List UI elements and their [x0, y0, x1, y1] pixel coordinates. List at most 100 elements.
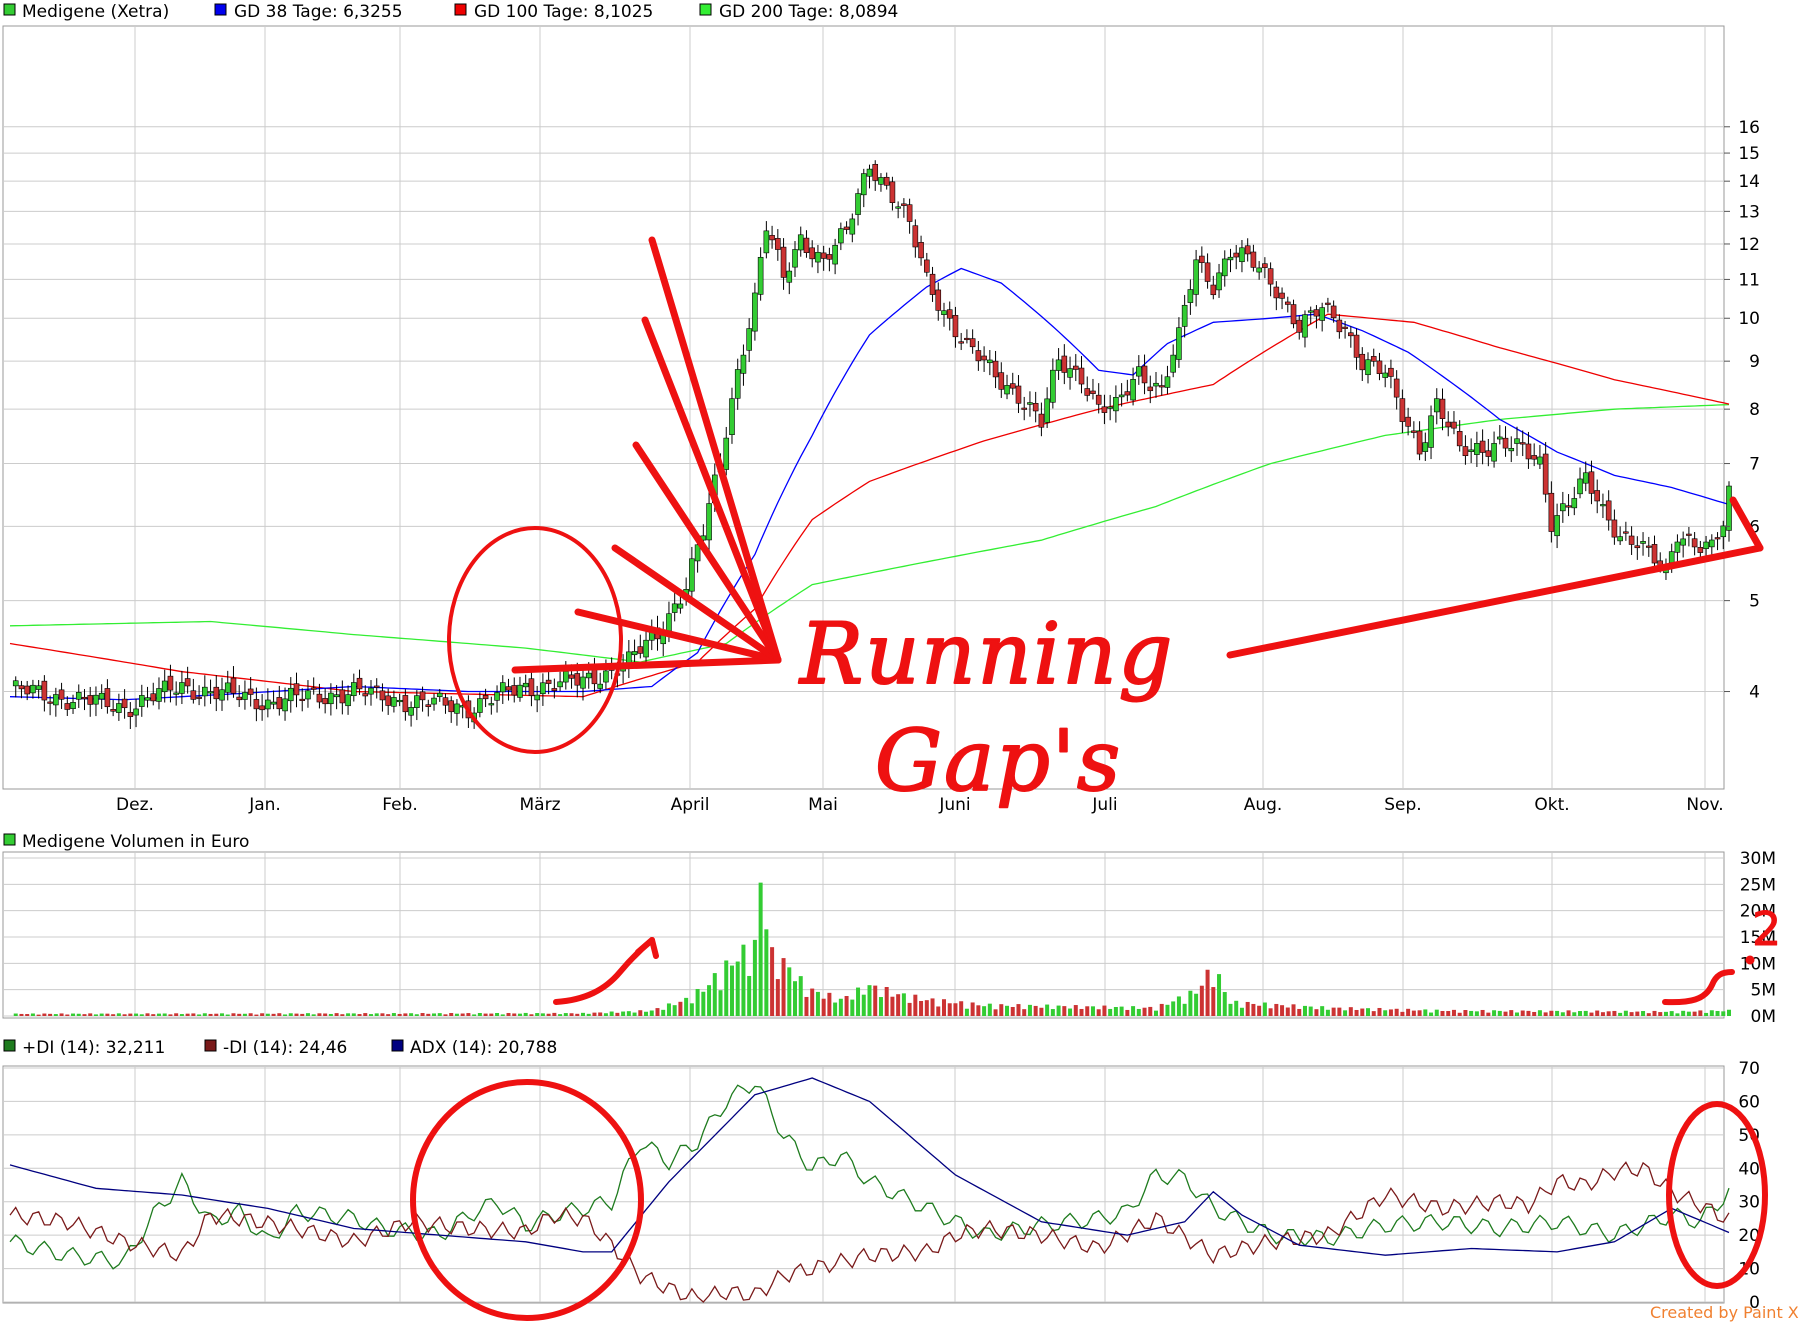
- volume-bar: [1096, 1009, 1101, 1016]
- candle-body: [757, 256, 764, 295]
- volume-bar: [403, 1013, 408, 1016]
- volume-legend: Medigene Volumen in Euro: [3, 832, 249, 852]
- volume-bar: [454, 1013, 459, 1016]
- candle-body: [797, 234, 804, 251]
- y-tick-price: 9: [1749, 352, 1760, 372]
- candle-body: [333, 694, 340, 698]
- candle-body: [494, 692, 500, 701]
- candle-body: [133, 708, 139, 716]
- volume-bar: [1314, 1009, 1319, 1016]
- volume-bar: [305, 1013, 310, 1016]
- volume-bar: [277, 1013, 282, 1016]
- volume-bar: [340, 1014, 345, 1016]
- candle-body: [1319, 307, 1325, 321]
- candle-body: [946, 309, 953, 319]
- candle-body: [482, 695, 489, 700]
- volume-bar: [598, 1012, 603, 1016]
- volume-bar: [191, 1013, 196, 1016]
- volume-bar: [506, 1013, 511, 1016]
- candle-body: [316, 693, 323, 703]
- candle-body: [1405, 416, 1411, 427]
- annotation-dot: [1745, 955, 1755, 965]
- candle-body: [265, 699, 271, 710]
- candle-body: [1497, 436, 1503, 440]
- candle-body: [408, 707, 414, 716]
- volume-bar: [489, 1013, 494, 1016]
- volume-bar: [838, 998, 843, 1016]
- legend-swatch-adx: [391, 1039, 404, 1052]
- volume-bar: [368, 1014, 373, 1016]
- volume-bar: [1675, 1013, 1680, 1016]
- volume-bar: [1371, 1011, 1376, 1016]
- volume-bar: [1377, 1007, 1382, 1016]
- candle-body: [1519, 442, 1526, 445]
- legend-swatch-gd200: [699, 3, 712, 16]
- volume-bar: [168, 1014, 173, 1016]
- volume-bar: [517, 1013, 522, 1016]
- volume-bar: [1497, 1010, 1502, 1016]
- candle-body: [339, 689, 346, 704]
- candle-body: [1290, 304, 1297, 325]
- y-tick-volume: 30M: [1740, 849, 1776, 869]
- volume-bar: [878, 997, 883, 1016]
- candle-body: [1284, 301, 1291, 305]
- candle-body: [1273, 286, 1280, 299]
- volume-bar: [1205, 969, 1210, 1016]
- candle-body: [574, 673, 581, 686]
- candle-body: [47, 701, 53, 704]
- volume-bar: [1406, 1008, 1411, 1016]
- candle-body: [259, 705, 265, 711]
- volume-bar: [214, 1013, 219, 1016]
- volume-bar: [586, 1013, 591, 1016]
- candle-body: [1537, 456, 1543, 465]
- candle-body: [1680, 538, 1686, 546]
- volume-bar: [437, 1013, 442, 1016]
- stock-chart: Medigene (Xetra) GD 38 Tage: 6,3255 GD 1…: [0, 0, 1800, 1325]
- volume-bar: [621, 1011, 626, 1016]
- volume-bar: [1005, 1005, 1010, 1016]
- candle-body: [1411, 430, 1417, 433]
- candle-body: [1353, 334, 1360, 358]
- candle-body: [1439, 398, 1446, 419]
- candle-body: [923, 259, 930, 273]
- volume-bar: [1486, 1012, 1491, 1016]
- candle-body: [12, 680, 19, 687]
- candle-body: [511, 685, 518, 696]
- volume-bar: [546, 1013, 551, 1016]
- candle-body: [1399, 398, 1406, 422]
- volume-bar: [466, 1013, 471, 1016]
- candle-body: [58, 689, 65, 700]
- volume-bar: [1480, 1009, 1485, 1016]
- legend-swatch-gd38: [214, 3, 227, 16]
- annotation-2-mark: 2: [1752, 902, 1781, 956]
- volume-bar: [1492, 1010, 1497, 1016]
- candle-body: [1703, 541, 1709, 550]
- candle-body: [1651, 544, 1658, 564]
- y-tick-dmi: 60: [1738, 1092, 1760, 1112]
- candle-body: [568, 674, 575, 679]
- volume-bar: [1119, 1006, 1124, 1016]
- y-tick-price: 5: [1749, 592, 1760, 612]
- candle-body: [775, 238, 781, 250]
- candle-body: [540, 682, 546, 695]
- volume-bar: [294, 1013, 299, 1016]
- candle-body: [1009, 383, 1016, 389]
- candle-body: [1325, 302, 1331, 305]
- legend-pdi-label: +DI (14): 32,211: [22, 1038, 165, 1058]
- candle-body: [786, 270, 793, 283]
- candle-body: [305, 690, 311, 700]
- volume-bar: [1652, 1010, 1657, 1016]
- volume-bar: [111, 1014, 116, 1016]
- legend-swatch-gd100: [454, 3, 467, 16]
- volume-bar: [1623, 1010, 1628, 1016]
- volume-bar: [1583, 1010, 1588, 1016]
- candle-body: [1691, 538, 1698, 548]
- candle-body: [1709, 539, 1715, 548]
- candle-body: [1525, 443, 1532, 460]
- candle-body: [402, 695, 409, 713]
- volume-bar: [850, 999, 855, 1016]
- volume-bar: [729, 965, 734, 1016]
- candle-body: [81, 696, 88, 700]
- volume-bar: [558, 1014, 563, 1016]
- candle-body: [671, 603, 678, 613]
